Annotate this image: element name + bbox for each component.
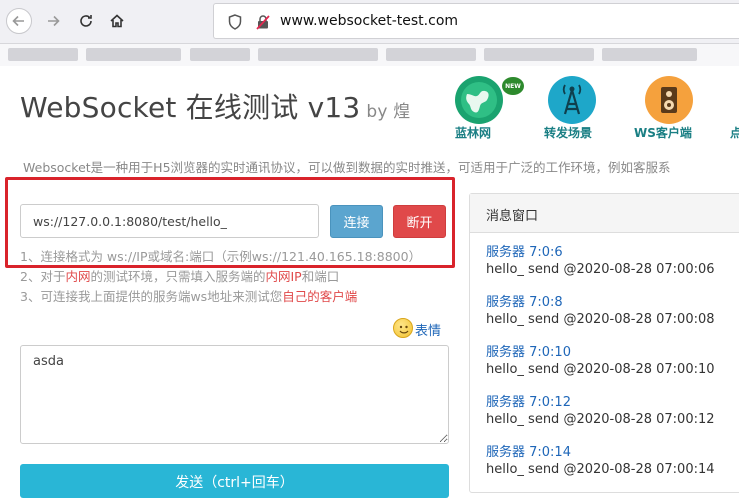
tip-3-text: 3、可连接我上面提供的服务端ws地址来测试您 [20,289,283,304]
tip-2: 2、对于内网的测试环境，只需填入服务端的内网IP和端口 [20,266,339,285]
message-sender: 服务器 7:0:12 [486,395,571,410]
home-icon [110,14,124,28]
globe-icon[interactable] [455,76,503,124]
bookmarks-bar [0,44,739,66]
nav-forwarding[interactable]: 转发场景 [544,124,592,141]
message-text: hello_ send @2020-08-28 07:00:14 [486,462,715,477]
new-badge: NEW [502,77,524,95]
tip-2-text: 2、对于 [20,269,66,284]
tip-1: 1、连接格式为 ws://IP或域名:端口（示例ws://121.40.165.… [20,249,422,264]
home-button[interactable] [104,8,130,34]
address-bar[interactable]: www.websocket-test.com [213,3,739,39]
message-sender: 服务器 7:0:14 [486,445,571,460]
antenna-icon[interactable] [548,76,596,124]
emoji-button[interactable]: 表情 [415,320,441,339]
bookmark-item[interactable] [86,48,181,61]
tip-3: 3、可连接我上面提供的服务端ws地址来测试您自己的客户端 [20,286,357,305]
shield-icon[interactable] [228,14,242,30]
title-text: WebSocket 在线测试 v13 [20,91,361,124]
reload-icon [80,15,92,27]
message-textarea[interactable]: asda [20,345,449,444]
speaker-icon[interactable] [645,76,693,124]
forward-button[interactable] [40,8,66,34]
disconnect-button[interactable]: 断开 [393,205,446,238]
message-text: hello_ send @2020-08-28 07:00:06 [486,262,715,277]
bookmark-item[interactable] [8,48,78,61]
back-button[interactable] [6,8,32,34]
connect-button[interactable]: 连接 [330,205,383,238]
page-title: WebSocket 在线测试 v13 by 煌 [20,86,410,126]
ws-url-input[interactable] [20,204,319,238]
message-text: hello_ send @2020-08-28 07:00:10 [486,362,715,377]
message-sender: 服务器 7:0:8 [486,295,563,310]
nav-more[interactable]: 点 [730,124,739,141]
smiley-icon[interactable] [393,318,413,338]
bookmark-item[interactable] [258,48,378,61]
message-window-title: 消息窗口 [470,194,739,233]
arrow-left-icon [12,15,24,27]
bookmark-item[interactable] [386,48,476,61]
author-text: by 煌 [366,102,411,122]
message-text: hello_ send @2020-08-28 07:00:12 [486,412,715,427]
tip-2-text: 和端口 [301,269,340,284]
nav-ws-client[interactable]: WS客户端 [634,124,692,141]
message-text: hello_ send @2020-08-28 07:00:08 [486,312,715,327]
bookmark-item[interactable] [484,48,594,61]
insecure-lock-icon[interactable] [256,14,270,30]
reload-button[interactable] [73,8,99,34]
tip-2-highlight: 内网IP [265,269,302,284]
intro-text: Websocket是一种用于H5浏览器的实时通讯协议，可以做到数据的实时推送，可… [23,160,671,175]
browser-toolbar: www.websocket-test.com [0,0,739,44]
arrow-right-icon [48,15,60,27]
tip-2-text: 的测试环境，只需填入服务端的 [90,269,266,284]
bookmark-item[interactable] [602,48,697,61]
client-link[interactable]: 自己的客户端 [282,289,357,304]
tip-2-highlight: 内网 [65,269,91,284]
message-sender: 服务器 7:0:10 [486,345,571,360]
message-window: 消息窗口 服务器 7:0:6 hello_ send @2020-08-28 0… [469,193,739,493]
nav-lanlin[interactable]: 蓝林网 [455,124,491,141]
send-button[interactable]: 发送（ctrl+回车） [20,464,449,498]
bookmark-item[interactable] [190,48,250,61]
url-text[interactable]: www.websocket-test.com [280,13,458,29]
message-sender: 服务器 7:0:6 [486,245,563,260]
